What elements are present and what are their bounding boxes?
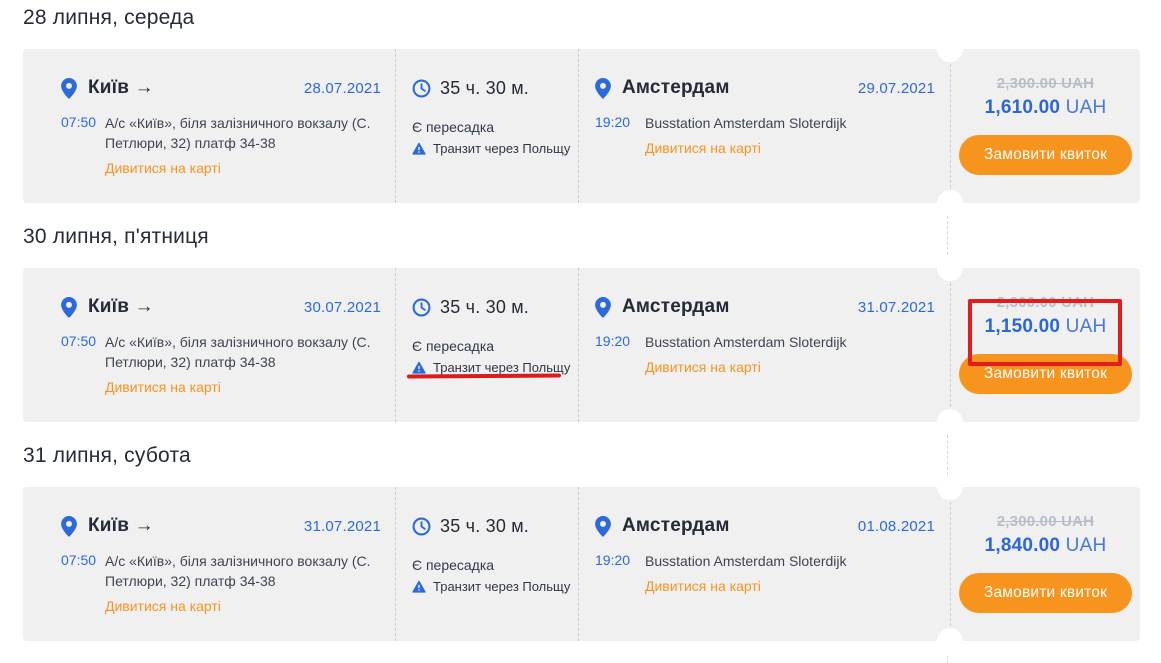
departure-address: А/с «Київ», біля залізничного вокзалу (С… [105,334,371,370]
departure-date: 31.07.2021 [304,518,381,535]
arrival-station: Busstation Amsterdam Sloterdijk [645,115,847,131]
departure-time: 07:50 [61,113,105,178]
old-price: 2,300.00 UAH [951,294,1140,311]
arrival-section: Амстердам 31.07.2021 19:20 Busstation Am… [578,268,950,422]
price-currency: UAH [1066,316,1107,337]
departure-date: 30.07.2021 [304,299,381,316]
map-pin-icon [61,78,77,99]
transit-note: Транзит через Польщу [433,360,570,375]
arrival-date: 31.07.2021 [858,299,935,316]
ticket-notch [937,409,963,435]
arrival-time: 19:20 [595,332,645,377]
duration-text: 35 ч. 30 м. [440,78,529,99]
price-currency: UAH [1066,535,1107,556]
duration-section: 35 ч. 30 м. Є пересадка Транзит через По… [395,49,578,203]
arrival-map-link[interactable]: Дивитися на карті [645,357,761,377]
departure-city: Київ → [88,296,154,318]
duration-section: 35 ч. 30 м. Є пересадка Транзит через По… [395,268,578,422]
ticket-notch [937,628,963,654]
departure-map-link[interactable]: Дивитися на карті [105,158,221,178]
transit-note: Транзит через Польщу [433,141,570,156]
transfer-note: Є пересадка [412,119,570,135]
arrival-time: 19:20 [595,551,645,596]
warning-triangle-icon [412,580,426,593]
day-header: 30 липня, п'ятниця [23,226,1161,248]
arrival-section: Амстердам 29.07.2021 19:20 Busstation Am… [578,49,950,203]
ticket-card: Київ → 31.07.2021 07:50 А/с «Київ», біля… [23,487,1140,641]
price-amount: 1,610.00 [985,97,1061,118]
ticket-card: Київ → 28.07.2021 07:50 А/с «Київ», біля… [23,49,1140,203]
departure-section: Київ → 31.07.2021 07:50 А/с «Київ», біля… [23,487,395,641]
day-header: 31 липня, субота [23,445,1161,467]
price-section: 2,300.00 UAH 1,610.00 UAH Замовити квито… [950,49,1140,203]
map-pin-icon [595,297,611,318]
clock-icon [412,517,431,536]
ticket-notch [937,190,963,216]
current-price: 1,840.00 UAH [951,535,1140,557]
departure-city: Київ → [88,77,154,99]
price-currency: UAH [1066,97,1107,118]
departure-map-link[interactable]: Дивитися на карті [105,377,221,397]
departure-address: А/с «Київ», біля залізничного вокзалу (С… [105,553,371,589]
departure-section: Київ → 28.07.2021 07:50 А/с «Київ», біля… [23,49,395,203]
arrival-station: Busstation Amsterdam Sloterdijk [645,334,847,350]
arrival-city: Амстердам [622,77,730,99]
price-section: 2,300.00 UAH 1,840.00 UAH Замовити квито… [950,487,1140,641]
arrival-date: 29.07.2021 [858,80,935,97]
departure-section: Київ → 30.07.2021 07:50 А/с «Київ», біля… [23,268,395,422]
perforation-line [947,656,948,663]
arrival-city: Амстердам [622,515,730,537]
search-results: 28 липня, середа Київ → 28.07.2021 07:50… [0,0,1161,663]
arrival-map-link[interactable]: Дивитися на карті [645,576,761,596]
departure-map-link[interactable]: Дивитися на карті [105,596,221,616]
warning-triangle-icon [412,361,426,374]
current-price: 1,150.00 UAH [951,316,1140,338]
ticket-notch [937,36,963,62]
perforation-line [947,216,948,255]
map-pin-icon [61,297,77,318]
price-amount: 1,840.00 [985,535,1061,556]
departure-date: 28.07.2021 [304,80,381,97]
departure-time: 07:50 [61,551,105,616]
departure-time: 07:50 [61,332,105,397]
clock-icon [412,79,431,98]
map-pin-icon [595,78,611,99]
arrival-map-link[interactable]: Дивитися на карті [645,138,761,158]
clock-icon [412,298,431,317]
arrival-station: Busstation Amsterdam Sloterdijk [645,553,847,569]
day-header: 28 липня, середа [23,7,1161,29]
duration-text: 35 ч. 30 м. [440,516,529,537]
map-pin-icon [61,516,77,537]
transfer-note: Є пересадка [412,557,570,573]
arrival-city: Амстердам [622,296,730,318]
order-ticket-button[interactable]: Замовити квиток [959,354,1132,394]
current-price: 1,610.00 UAH [951,97,1140,119]
perforation-line [947,435,948,475]
price-section: 2,300.00 UAH 1,150.00 UAH Замовити квито… [950,268,1140,422]
departure-city: Київ → [88,515,154,537]
departure-address: А/с «Київ», біля залізничного вокзалу (С… [105,115,371,151]
old-price: 2,300.00 UAH [951,75,1140,92]
map-pin-icon [595,516,611,537]
duration-text: 35 ч. 30 м. [440,297,529,318]
transit-note: Транзит через Польщу [433,579,570,594]
warning-triangle-icon [412,142,426,155]
arrival-date: 01.08.2021 [858,518,935,535]
order-ticket-button[interactable]: Замовити квиток [959,135,1132,175]
ticket-card: Київ → 30.07.2021 07:50 А/с «Київ», біля… [23,268,1140,422]
ticket-notch [937,474,963,500]
arrival-time: 19:20 [595,113,645,158]
old-price: 2,300.00 UAH [951,513,1140,530]
order-ticket-button[interactable]: Замовити квиток [959,573,1132,613]
price-amount: 1,150.00 [985,316,1061,337]
ticket-notch [937,255,963,281]
duration-section: 35 ч. 30 м. Є пересадка Транзит через По… [395,487,578,641]
transfer-note: Є пересадка [412,338,570,354]
arrival-section: Амстердам 01.08.2021 19:20 Busstation Am… [578,487,950,641]
